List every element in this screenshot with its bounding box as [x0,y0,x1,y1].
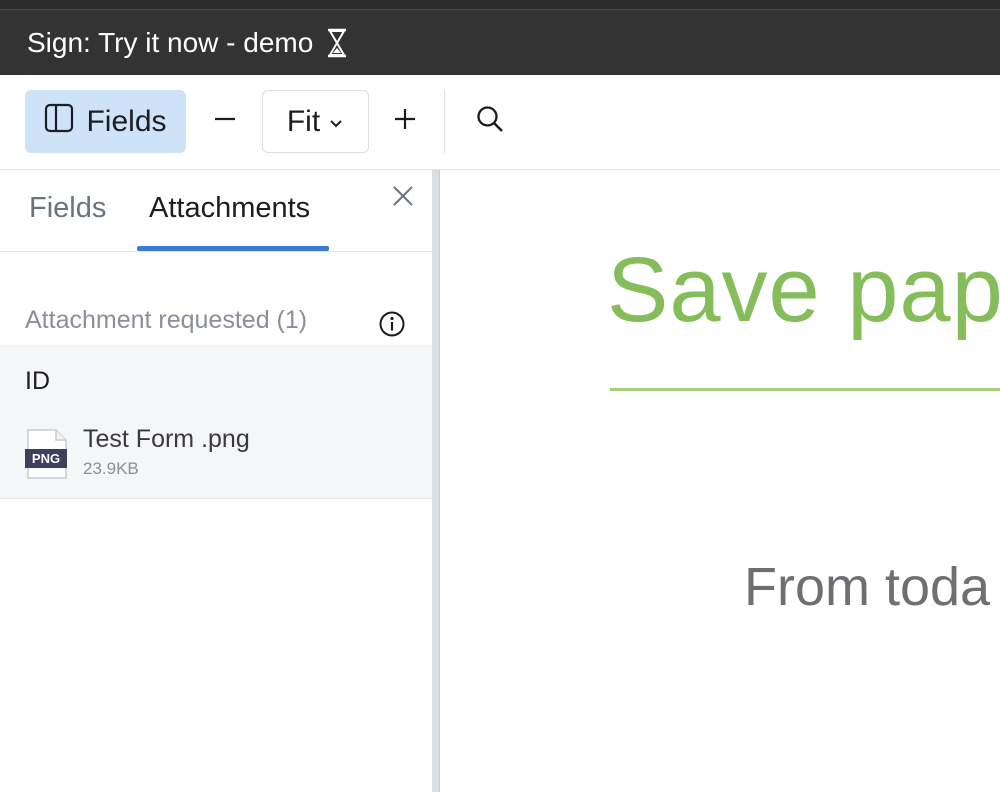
sidebar-panel-icon [44,103,74,141]
close-sidebar-button[interactable] [390,185,416,211]
plus-icon [393,107,417,136]
search-icon [475,104,505,139]
sidebar-panel: Fields Attachments Attachment requested … [0,170,432,792]
zoom-out-button[interactable] [200,90,250,153]
title-bar: Sign: Try it now - demo [0,10,1000,75]
active-tab-indicator [137,246,329,251]
window-title: Sign: Try it now - demo [27,26,314,58]
document-heading: Save pap [607,239,1000,341]
png-file-icon: PNG [25,429,69,479]
fields-panel-toggle-button[interactable]: Fields [25,90,186,153]
zoom-level-dropdown[interactable]: Fit [262,90,369,153]
document-viewer[interactable]: Save pap From toda [441,170,1000,792]
chevron-down-icon [328,105,344,139]
close-icon [392,185,414,212]
tab-attachments[interactable]: Attachments [149,192,310,225]
search-button[interactable] [465,90,515,153]
document-divider-line [610,388,1000,391]
hourglass-icon [325,28,349,58]
sidebar-tabs: Fields Attachments [0,170,432,252]
file-size: 23.9KB [83,459,139,478]
toolbar: Fields Fit [0,75,1000,170]
sidebar-resize-handle[interactable] [432,170,440,792]
tab-fields[interactable]: Fields [29,192,106,225]
info-icon[interactable] [378,310,406,338]
attachment-file-item[interactable]: PNG Test Form .png 23.9KB [25,425,415,485]
attachment-group: ID PNG Test Form .png 23.9KB [0,345,432,499]
minus-icon [213,107,237,136]
attachment-group-label: ID [25,367,50,395]
fields-toggle-label: Fields [86,104,167,138]
file-name: Test Form .png [83,425,250,453]
zoom-in-button[interactable] [380,90,430,153]
file-type-badge: PNG [32,451,60,466]
attachment-requested-header: Attachment requested (1) [25,306,308,334]
zoom-level-value: Fit [286,104,321,138]
window-top-strip [0,0,1000,10]
toolbar-divider [444,90,445,153]
document-subheading: From toda [744,557,991,617]
